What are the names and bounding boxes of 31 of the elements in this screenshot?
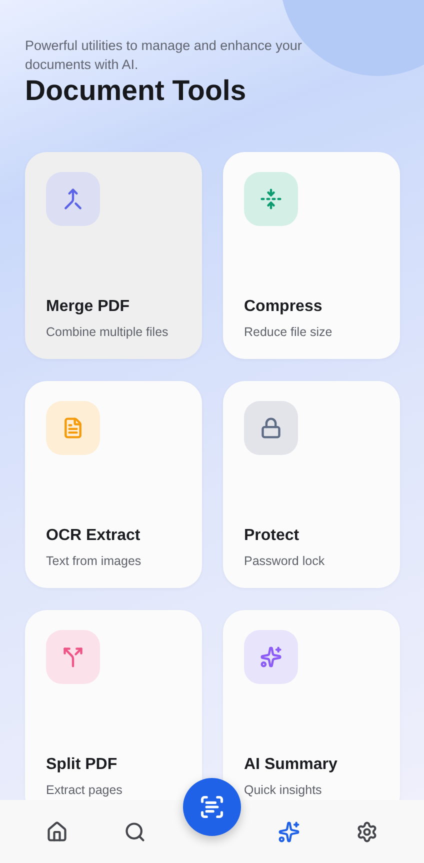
tool-subtitle: Text from images xyxy=(46,554,142,568)
sparkles-icon xyxy=(260,646,282,668)
tool-card[interactable]: Compress Reduce file size xyxy=(223,152,400,359)
home-icon xyxy=(46,820,68,842)
tool-card[interactable]: OCR Extract Text from images xyxy=(25,381,202,588)
tool-title: Merge PDF xyxy=(46,298,131,316)
split-icon xyxy=(62,646,84,668)
tool-subtitle: Password lock xyxy=(244,554,326,568)
tool-card[interactable]: Merge PDF Combine multiple files xyxy=(25,152,202,359)
header-subtitle: Powerful utilities to manage and enhance your documents with AI. xyxy=(25,37,303,74)
tool-card[interactable]: Split PDF Extract pages xyxy=(25,610,202,800)
tool-title: Split PDF xyxy=(46,756,118,774)
tool-card[interactable]: AI Summary Quick insights xyxy=(223,610,400,800)
tool-title: Compress xyxy=(244,298,324,316)
lock-icon xyxy=(260,417,282,439)
tool-subtitle: Extract pages xyxy=(46,783,124,797)
tool-title: Protect xyxy=(244,527,300,545)
tool-subtitle: Reduce file size xyxy=(244,325,334,339)
document-icon xyxy=(62,417,84,439)
search-icon xyxy=(124,820,146,842)
tool-title: AI Summary xyxy=(244,756,338,774)
tool-title: OCR Extract xyxy=(46,527,142,545)
tool-subtitle: Quick insights xyxy=(244,783,323,797)
scan-icon xyxy=(199,794,225,820)
merge-icon xyxy=(62,188,84,210)
compress-icon xyxy=(260,188,282,210)
tool-subtitle: Combine multiple files xyxy=(46,325,170,339)
page-title: Document Tools xyxy=(25,74,248,108)
settings-icon xyxy=(356,820,378,842)
tool-card[interactable]: Protect Password lock xyxy=(223,381,400,588)
sparkles-icon xyxy=(278,820,300,842)
